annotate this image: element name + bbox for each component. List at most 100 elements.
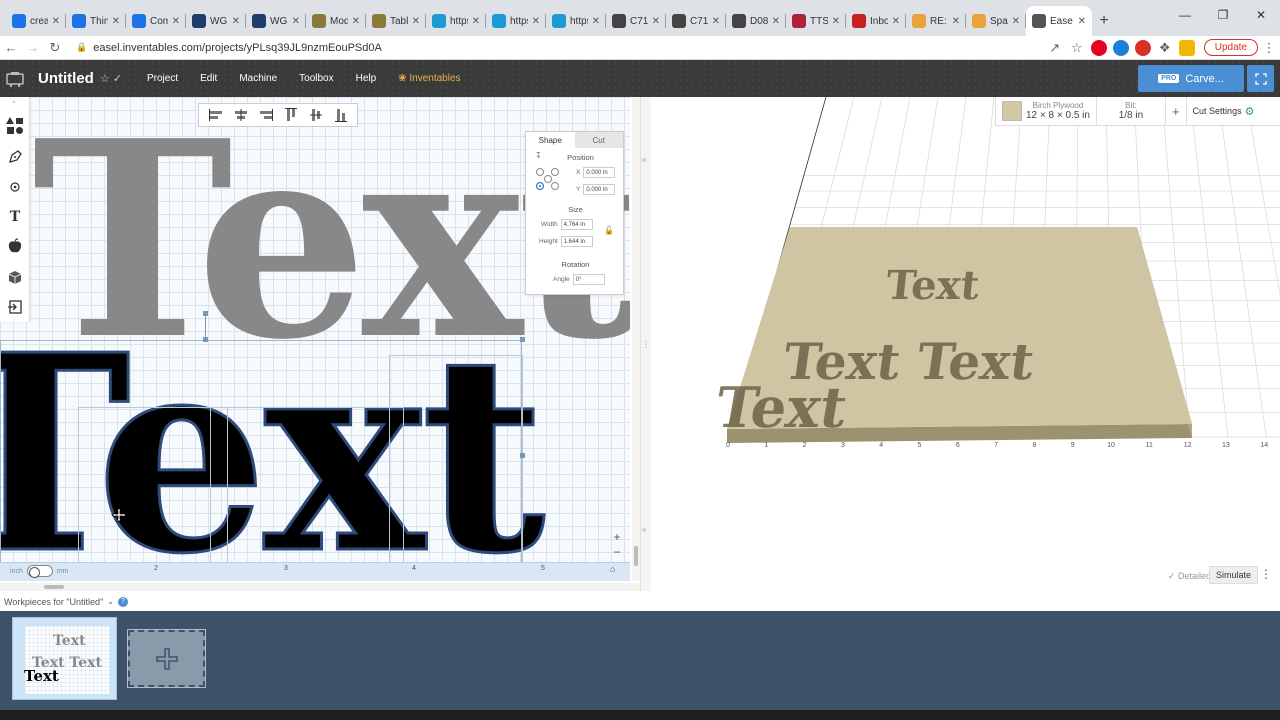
browser-tab[interactable]: https ✕ [546, 6, 606, 36]
url-field[interactable]: 🔒 easel.inventables.com/projects/yPLsq39… [72, 38, 1038, 58]
project-title[interactable]: Untitled [38, 70, 94, 87]
resize-handle[interactable] [520, 453, 525, 458]
units-toggle[interactable] [26, 565, 53, 578]
detailed-toggle[interactable]: ✓ Detailed [1168, 571, 1211, 582]
carve-button[interactable]: PRO Carve... [1138, 65, 1244, 92]
align-bottom-icon[interactable] [333, 107, 349, 123]
tab-close-icon[interactable]: ✕ [952, 16, 960, 27]
tab-close-icon[interactable]: ✕ [712, 16, 720, 27]
vertical-scrollbar[interactable] [632, 97, 640, 581]
tab-close-icon[interactable]: ✕ [352, 16, 360, 27]
pen-tool-icon[interactable] [5, 147, 25, 167]
workpieces-title[interactable]: Workpieces for "Untitled" [4, 597, 103, 607]
easel-logo-icon[interactable] [0, 60, 30, 97]
browser-tab[interactable]: Comi ✕ [126, 6, 186, 36]
align-top-icon[interactable] [283, 107, 299, 123]
menu-toolbox[interactable]: Toolbox [288, 73, 344, 84]
browser-tab[interactable]: WGU ✕ [186, 6, 246, 36]
extension-yellow-icon[interactable] [1178, 39, 1195, 56]
update-button[interactable]: Update [1203, 39, 1258, 56]
share-icon[interactable]: ↗ [1044, 40, 1066, 56]
menu-machine[interactable]: Machine [228, 73, 288, 84]
minimize-button[interactable]: — [1166, 0, 1204, 30]
tab-close-icon[interactable]: ✕ [832, 16, 840, 27]
3d-box-icon[interactable] [5, 267, 25, 287]
tab-close-icon[interactable]: ✕ [52, 16, 60, 27]
browser-tab[interactable]: Ease ✕ [1026, 6, 1092, 36]
browser-tab[interactable]: RE: X ✕ [906, 6, 966, 36]
close-window-button[interactable]: ✕ [1242, 0, 1280, 30]
align-right-icon[interactable] [258, 107, 274, 123]
pinterest-extension-icon[interactable] [1090, 39, 1107, 56]
anchor-bottom-left[interactable] [536, 182, 544, 190]
material-swatch[interactable] [1002, 101, 1022, 121]
target-icon[interactable] [5, 177, 25, 197]
browser-menu-icon[interactable]: ⋮ [1258, 40, 1280, 56]
workpiece-thumbnail[interactable]: Text Text Text Text [12, 617, 117, 700]
tab-close-icon[interactable]: ✕ [412, 16, 420, 27]
browser-tab[interactable]: TTSR ✕ [786, 6, 846, 36]
height-input[interactable]: 1.644 in [560, 236, 593, 247]
apps-apple-icon[interactable] [5, 236, 25, 256]
extensions-puzzle-icon[interactable]: ❖ [1154, 40, 1176, 56]
browser-tab[interactable]: Inbo ✕ [846, 6, 906, 36]
design-canvas[interactable]: Text Text Shape Cut ↧ Position X 0.000 i… [0, 97, 630, 581]
lock-ratio-icon[interactable]: 🔓 [604, 226, 614, 235]
bookmark-star-icon[interactable]: ☆ [1066, 40, 1088, 56]
tab-close-icon[interactable]: ✕ [112, 16, 120, 27]
anchor-center[interactable] [543, 175, 552, 183]
cut-settings-button[interactable]: Cut Settings ⚙ [1193, 105, 1255, 118]
horizontal-scrollbar[interactable] [0, 583, 640, 591]
menu-edit[interactable]: Edit [189, 73, 228, 84]
align-center-horizontal-icon[interactable] [233, 107, 249, 123]
tab-close-icon[interactable]: ✕ [532, 16, 540, 27]
add-bit-button[interactable]: + [1172, 104, 1180, 119]
browser-tab[interactable]: C714 ✕ [666, 6, 726, 36]
shapes-icon[interactable] [5, 116, 25, 136]
browser-tab[interactable]: C714 ✕ [606, 6, 666, 36]
material-selector[interactable]: Birch Plywood 12 × 8 × 0.5 in [1026, 101, 1090, 121]
tab-close-icon[interactable]: ✕ [652, 16, 660, 27]
tab-close-icon[interactable]: ✕ [592, 16, 600, 27]
expand-right-icon[interactable]: » [642, 155, 646, 164]
new-tab-button[interactable]: + [1092, 6, 1116, 36]
help-icon[interactable]: ? [117, 596, 128, 607]
back-button[interactable]: ← [0, 40, 22, 55]
reload-button[interactable]: ↻ [44, 40, 66, 56]
more-options-icon[interactable]: ⋮ [1260, 567, 1272, 581]
x-position-input[interactable]: 0.000 in [583, 167, 616, 178]
width-input[interactable]: 4.764 in [560, 219, 593, 230]
anchor-top-left[interactable] [536, 168, 544, 176]
zoom-in-button[interactable]: + [610, 530, 624, 545]
anchor-top-right[interactable] [551, 168, 559, 176]
browser-tab[interactable]: Spac ✕ [966, 6, 1026, 36]
browser-tab[interactable]: creati ✕ [6, 6, 66, 36]
simulate-button[interactable]: Simulate [1208, 566, 1258, 584]
expand-preview-icon[interactable] [1247, 65, 1274, 92]
tab-close-icon[interactable]: ✕ [1078, 16, 1086, 27]
browser-tab[interactable]: https ✕ [486, 6, 546, 36]
tab-close-icon[interactable]: ✕ [232, 16, 240, 27]
vertical-scroll-thumb[interactable] [634, 546, 638, 566]
tab-cut[interactable]: Cut [574, 132, 623, 148]
home-view-icon[interactable]: ⌂ [610, 564, 615, 574]
units-switch[interactable]: inch mm [10, 565, 69, 578]
favorite-star-icon[interactable]: ☆ ✓ [100, 72, 122, 85]
restore-button[interactable]: ❐ [1204, 0, 1242, 30]
tab-close-icon[interactable]: ✕ [472, 16, 480, 27]
angle-input[interactable]: 0° [572, 274, 605, 285]
align-middle-vertical-icon[interactable] [308, 107, 324, 123]
tab-close-icon[interactable]: ✕ [172, 16, 180, 27]
forward-button[interactable]: → [22, 40, 44, 55]
menu-inventables[interactable]: ❀ Inventables [387, 73, 471, 84]
drag-handle-icon[interactable]: ⋮ [642, 340, 650, 349]
extension-red-icon[interactable] [1134, 39, 1151, 56]
add-workpiece-button[interactable] [127, 629, 206, 688]
bit-selector[interactable]: Bit: 1/8 in [1103, 101, 1159, 121]
tab-close-icon[interactable]: ✕ [292, 16, 300, 27]
import-icon[interactable] [5, 297, 25, 317]
browser-tab[interactable]: Mod ✕ [306, 6, 366, 36]
menu-help[interactable]: Help [345, 73, 388, 84]
tab-shape[interactable]: Shape [526, 132, 575, 148]
collapse-rail-icon[interactable]: ⌃ [11, 100, 17, 108]
